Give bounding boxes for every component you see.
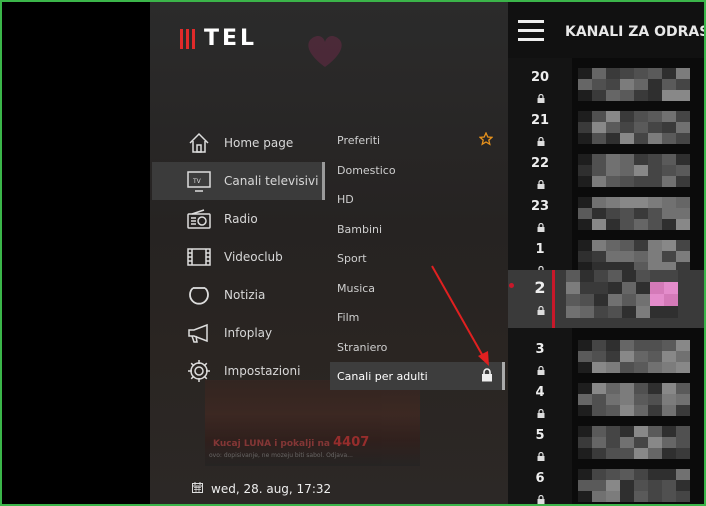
screen-frame: Kucaj LUNA i pokalji na 4407 ovo: dopisi… [0,0,706,506]
annotation-arrow [431,265,489,366]
